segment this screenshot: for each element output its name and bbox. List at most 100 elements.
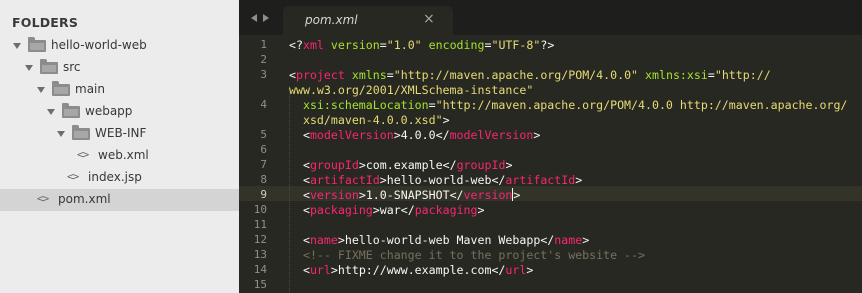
tab-scroll-left-icon[interactable] (251, 14, 257, 22)
code-line-3: <project xmlns="http://maven.apache.org/… (289, 68, 771, 82)
line-number: 12 (253, 233, 267, 246)
tab-pom-xml[interactable]: pom.xml × (283, 6, 453, 35)
line-number: 8 (260, 173, 267, 186)
code-token: project (295, 68, 345, 82)
tree-item-hello-world-web[interactable]: hello-world-web (0, 35, 239, 57)
expand-arrow-icon[interactable] (47, 109, 55, 115)
line-number: 2 (260, 53, 267, 66)
line-number: 3 (260, 68, 267, 81)
tree-item-label: src (63, 60, 81, 74)
code-file-icon: <> (67, 170, 79, 183)
code-line-10: <packaging>war</packaging> (289, 203, 485, 217)
code-line-9: <version>1.0-SNAPSHOT</version> (289, 188, 520, 202)
tree-item-src[interactable]: src (0, 57, 239, 79)
code-token: </ (435, 128, 450, 142)
code-token: = (428, 98, 436, 112)
line-number: 10 (253, 203, 267, 216)
code-token: modelVersion (449, 128, 534, 142)
code-token: </ (491, 263, 506, 277)
tree-item-label: web.xml (98, 148, 149, 162)
line-number-current: 9 (260, 188, 267, 201)
line-number: 13 (253, 248, 267, 261)
code-token: = (707, 68, 715, 82)
tree-item-web-inf[interactable]: WEB-INF (0, 123, 239, 145)
line-number-gutter: 1 2 3 4 5 6 7 8 9 10 11 12 13 14 15 (239, 35, 281, 293)
code-line-7: <groupId>com.example</groupId> (289, 158, 512, 172)
line-number: 11 (253, 218, 267, 231)
code-token: > (330, 263, 338, 277)
tab-scroll-right-icon[interactable] (263, 14, 269, 22)
code-area[interactable]: <?xml version="1.0" encoding="UTF-8"?> <… (289, 35, 862, 293)
code-token: groupId (456, 158, 506, 172)
tree-item-main[interactable]: main (0, 79, 239, 101)
code-token: url (505, 263, 527, 277)
code-token: http://www.example.com (337, 263, 492, 277)
code-token: hello-world-web Maven Webapp (344, 233, 541, 247)
code-token: xmlns:xsi (638, 68, 708, 82)
code-line-5: <modelVersion>4.0.0</modelVersion> (289, 128, 540, 142)
tree-item-label: index.jsp (88, 170, 142, 184)
code-token: > (513, 188, 521, 202)
code-file-icon: <> (37, 192, 49, 205)
code-token: > (526, 263, 534, 277)
folder-icon (40, 59, 58, 74)
code-token: > (379, 173, 387, 187)
code-token: </ (442, 158, 457, 172)
tab-bar: pom.xml × (239, 0, 862, 35)
folder-icon (62, 103, 80, 118)
folder-icon (28, 37, 46, 52)
tree-item-webapp[interactable]: webapp (0, 101, 239, 123)
code-token: version (309, 188, 359, 202)
code-token: war (379, 203, 401, 217)
tree-item-index-jsp[interactable]: <> index.jsp (0, 167, 239, 189)
code-line-3-wrap: www.w3.org/2001/XMLSchema-instance" (289, 83, 533, 97)
close-icon[interactable]: × (423, 11, 435, 27)
folders-title: FOLDERS (12, 15, 79, 30)
code-token: xsd/maven-4.0.0.xsd" (289, 113, 443, 127)
code-token: = (386, 68, 394, 82)
line-number: 6 (260, 143, 267, 156)
line-number: 5 (260, 128, 267, 141)
code-token: </ (400, 203, 415, 217)
code-token: "http:// (714, 68, 771, 82)
code-line-4-wrap: xsd/maven-4.0.0.xsd"> (289, 113, 450, 127)
code-token: > (358, 158, 366, 172)
expand-arrow-icon[interactable] (37, 87, 45, 93)
expand-arrow-icon[interactable] (13, 43, 21, 49)
code-line-14: <url>http://www.example.com</url> (289, 263, 533, 277)
code-token: < (289, 188, 310, 202)
code-line-4: xsi:schemaLocation="http://maven.apache.… (289, 98, 847, 112)
code-token: < (289, 263, 310, 277)
code-token: version (323, 38, 380, 52)
code-token: > (337, 233, 345, 247)
code-token: 4.0.0 (400, 128, 436, 142)
code-token: > (477, 203, 485, 217)
code-token: = (379, 38, 387, 52)
code-token: modelVersion (309, 128, 394, 142)
line-number: 15 (253, 278, 267, 291)
code-token: > (393, 128, 401, 142)
code-token: </ (491, 173, 506, 187)
code-line-12: <name>hello-world-web Maven Webapp</name… (289, 233, 589, 247)
code-comment: <!-- FIXME change it to the project's we… (289, 248, 645, 262)
sidebar: FOLDERS hello-world-web src main webapp … (0, 0, 239, 293)
expand-arrow-icon[interactable] (25, 65, 33, 71)
line-number: 14 (253, 263, 267, 276)
tree-item-label: pom.xml (58, 192, 111, 206)
folder-icon (72, 125, 90, 140)
expand-arrow-icon[interactable] (57, 131, 65, 137)
tree-item-pom-xml[interactable]: <> pom.xml (0, 189, 239, 211)
code-token: encoding (421, 38, 485, 52)
tree-item-label: webapp (85, 104, 133, 118)
code-token: packaging (309, 203, 373, 217)
code-token: < (289, 158, 310, 172)
code-line-13: <!-- FIXME change it to the project's we… (289, 248, 645, 262)
code-token: packaging (414, 203, 478, 217)
code-token: > (575, 173, 583, 187)
tree-item-web-xml[interactable]: <> web.xml (0, 145, 239, 167)
code-token: "UTF-8" (491, 38, 541, 52)
code-token: url (309, 263, 331, 277)
code-token: 1.0-SNAPSHOT (365, 188, 450, 202)
code-token: name (309, 233, 338, 247)
code-token: xsi:schemaLocation (289, 98, 429, 112)
